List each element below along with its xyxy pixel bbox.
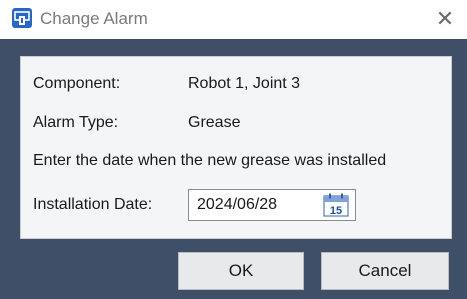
instruction-text: Enter the date when the new grease was i… [33, 152, 387, 169]
calendar-icon[interactable]: 15 [323, 193, 349, 217]
ok-button[interactable]: OK [178, 252, 304, 290]
title-bar: Change Alarm ✕ [0, 0, 467, 39]
ok-button-label: OK [228, 261, 254, 280]
installation-date-picker[interactable]: 2024/06/28 15 [188, 189, 356, 221]
component-value: Robot 1, Joint 3 [188, 75, 301, 92]
app-icon [12, 8, 32, 28]
component-label: Component: [33, 75, 121, 92]
alarm-type-value: Grease [188, 114, 241, 131]
installation-date-label: Installation Date: [33, 196, 153, 213]
alarm-details-panel: Component: Robot 1, Joint 3 Alarm Type: … [20, 56, 452, 239]
close-icon[interactable]: ✕ [436, 6, 454, 32]
alarm-type-label: Alarm Type: [33, 114, 119, 131]
close-button[interactable]: ✕ [430, 4, 460, 34]
cancel-button-label: Cancel [358, 261, 412, 280]
window-title: Change Alarm [40, 9, 148, 28]
installation-date-field[interactable]: 2024/06/28 [197, 196, 277, 214]
calendar-day: 15 [330, 205, 342, 217]
cancel-button[interactable]: Cancel [321, 252, 449, 290]
